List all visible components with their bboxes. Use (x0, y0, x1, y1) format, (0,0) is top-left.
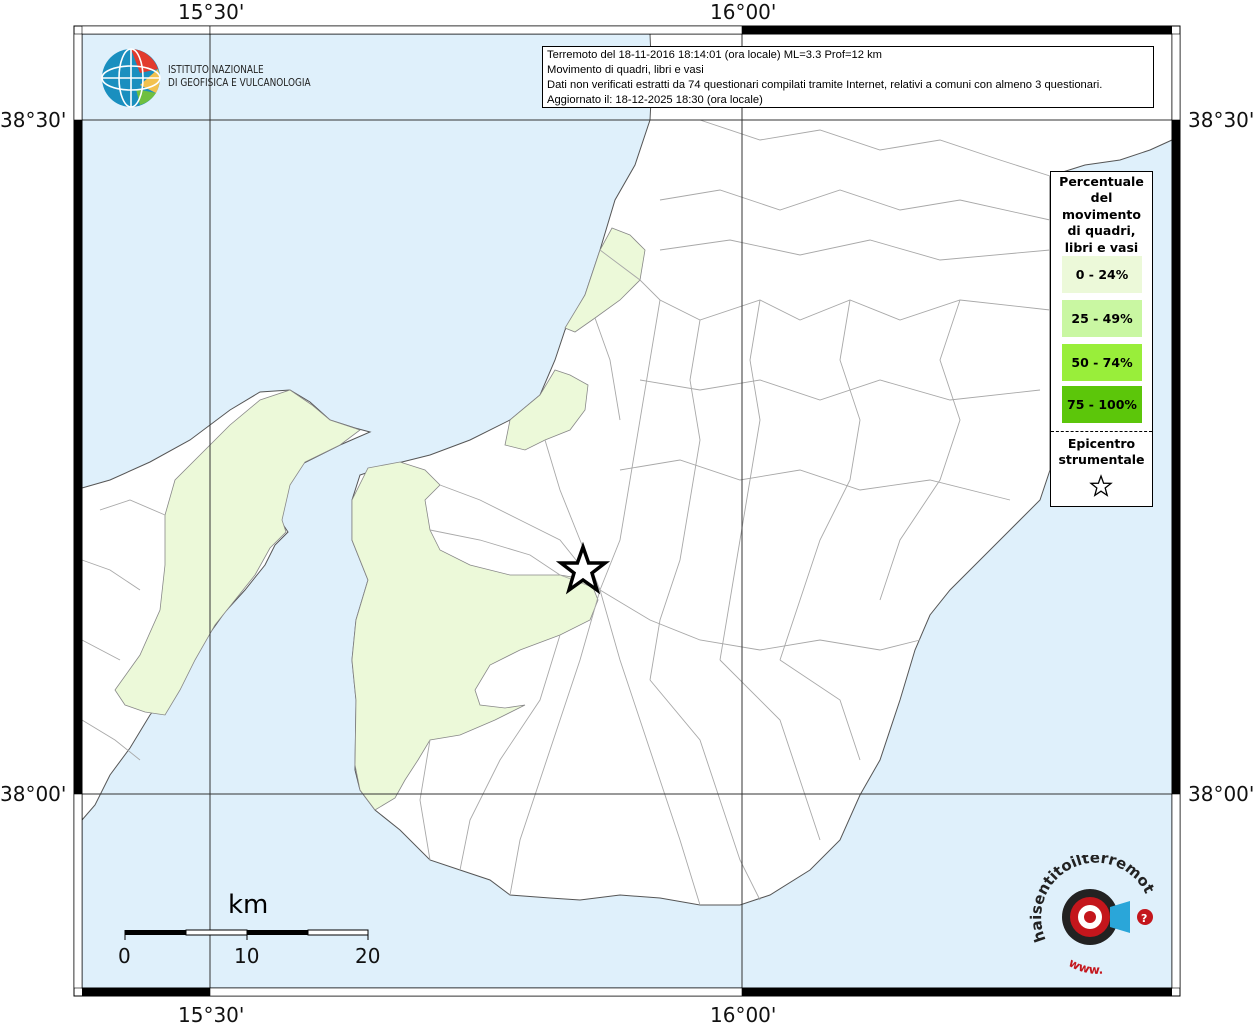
legend-swatch-50-74: 50 - 74% (1062, 344, 1142, 381)
scale-tick-0: 0 (118, 944, 131, 968)
effect-type: Movimento di quadri, libri e vasi (547, 64, 704, 76)
ingv-org-name: ISTITUTO NAZIONALE DI GEOFISICA E VULCAN… (168, 64, 311, 90)
lat-label-right-3830: 38°30' (1188, 108, 1254, 132)
event-info-box: Terremoto del 18-11-2016 18:14:01 (ora l… (542, 46, 1154, 108)
updated-timestamp: Aggiornato il: 18-12-2025 18:30 (ora loc… (547, 94, 763, 106)
lon-label-bottom-1530: 15°30' (178, 1003, 245, 1027)
data-disclaimer: Dati non verificati estratti da 74 quest… (547, 79, 1103, 91)
scale-bar: km 0 10 20 (118, 890, 390, 980)
legend-swatch-0-24: 0 - 24% (1062, 256, 1142, 293)
lat-label-right-3800: 38°00' (1188, 782, 1254, 806)
haisentito-logo-icon: haisentitoilterremoto.it www. ? (1028, 855, 1158, 977)
event-title: Terremoto del 18-11-2016 18:14:01 (ora l… (547, 49, 882, 61)
lat-label-left-3800: 38°00' (0, 782, 67, 806)
logo-prefix-text: www. (1066, 955, 1103, 977)
scale-unit: km (228, 890, 269, 920)
ingv-globe-icon (101, 48, 161, 108)
legend-swatch-25-49: 25 - 49% (1062, 300, 1142, 337)
lon-label-top-1600: 16°00' (710, 0, 777, 24)
svg-text:www.: www. (1066, 955, 1103, 977)
lon-label-bottom-1600: 16°00' (710, 1003, 777, 1027)
svg-text:?: ? (1141, 912, 1147, 925)
legend-swatch-75-100: 75 - 100% (1062, 386, 1142, 423)
org-line-2: DI GEOFISICA E VULCANOLOGIA (168, 77, 311, 89)
legend-panel: Percentuale del movimento di quadri, lib… (1050, 171, 1153, 507)
scale-tick-20: 20 (355, 944, 381, 968)
lon-label-top-1530: 15°30' (178, 0, 245, 24)
legend-epicenter-label: Epicentro strumentale (1058, 436, 1145, 467)
legend-title: Percentuale del movimento di quadri, lib… (1059, 174, 1144, 255)
legend-separator (1051, 431, 1152, 432)
org-line-1: ISTITUTO NAZIONALE (168, 64, 264, 76)
scale-tick-10: 10 (234, 944, 260, 968)
epicenter-star-icon (1089, 474, 1113, 497)
lat-label-left-3830: 38°30' (0, 108, 67, 132)
